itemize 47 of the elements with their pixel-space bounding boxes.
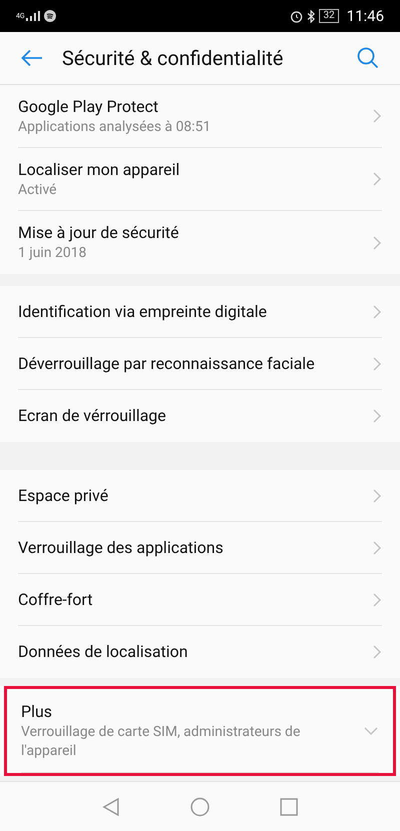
chevron-right-icon <box>372 644 382 660</box>
item-title: Mise à jour de sécurité <box>18 222 180 244</box>
page-title: Sécurité & confidentialité <box>62 45 284 72</box>
item-title: Google Play Protect <box>18 96 160 118</box>
item-title: Déverrouillage par reconnaissance faciale <box>18 352 316 374</box>
item-title: Identification via empreinte digitale <box>18 300 268 322</box>
item-subtitle: Applications analysées à 08:51 <box>18 118 212 136</box>
settings-item[interactable]: Coffre-fort <box>18 574 382 626</box>
search-button[interactable] <box>356 46 380 70</box>
settings-item[interactable]: Localiser mon appareil Activé <box>18 148 382 211</box>
chevron-down-icon <box>363 726 379 736</box>
item-subtitle: Verrouillage de carte SIM, administrateurs de l'appareil <box>21 722 302 760</box>
signal-icon <box>26 11 40 21</box>
item-title: Données de localisation <box>18 641 189 663</box>
chevron-right-icon <box>372 592 382 608</box>
settings-item[interactable]: Espace privé <box>18 470 382 522</box>
settings-item[interactable]: Verrouillage des applications <box>18 522 382 574</box>
chevron-right-icon <box>372 304 382 320</box>
chevron-right-icon <box>372 408 382 424</box>
chevron-right-icon <box>372 488 382 504</box>
chevron-right-icon <box>372 171 382 187</box>
settings-item[interactable]: Ecran de vérrouillage <box>18 390 382 442</box>
battery-indicator: 32 <box>319 9 339 23</box>
chevron-right-icon <box>372 356 382 372</box>
bluetooth-icon <box>307 10 316 22</box>
item-subtitle: 1 juin 2018 <box>18 244 88 263</box>
item-title: Plus <box>21 700 54 722</box>
chevron-right-icon <box>372 234 382 250</box>
clock: 11:46 <box>346 6 384 27</box>
item-title: Coffre-fort <box>18 588 94 610</box>
settings-item[interactable]: Déverrouillage par reconnaissance faciale <box>18 338 382 390</box>
back-nav-button[interactable] <box>102 796 120 816</box>
settings-item[interactable]: Google Play Protect Applications analysées à 08:51 <box>18 85 382 148</box>
home-nav-button[interactable] <box>190 796 210 816</box>
chevron-right-icon <box>372 540 382 556</box>
recents-nav-button[interactable] <box>280 798 298 816</box>
item-title: Localiser mon appareil <box>18 158 181 180</box>
item-subtitle: Activé <box>18 180 58 200</box>
item-title: Espace privé <box>18 484 110 506</box>
alarm-icon <box>290 10 304 22</box>
item-title: Ecran de vérrouillage <box>18 405 168 427</box>
settings-item[interactable]: Données de localisation <box>18 626 382 678</box>
settings-item[interactable]: Identification via empreinte digitale <box>18 286 382 338</box>
music-app-icon <box>44 10 56 22</box>
chevron-right-icon <box>372 108 382 124</box>
item-title: Verrouillage des applications <box>18 536 224 558</box>
settings-item[interactable]: Mise à jour de sécurité 1 juin 2018 <box>18 211 382 274</box>
